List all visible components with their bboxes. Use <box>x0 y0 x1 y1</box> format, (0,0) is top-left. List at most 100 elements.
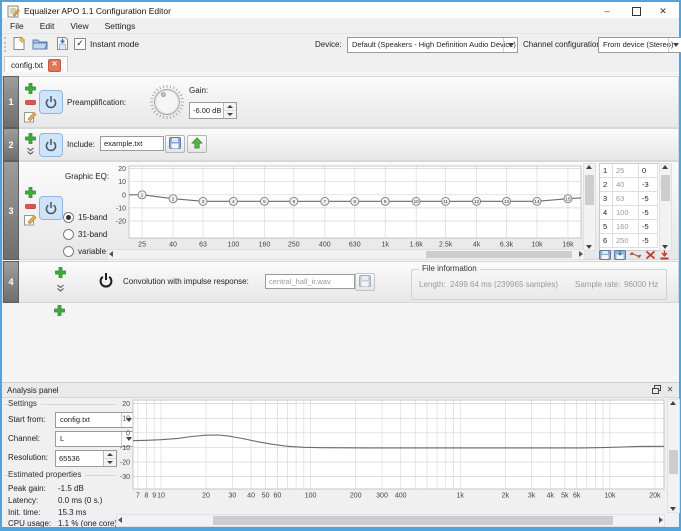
close-panel-icon[interactable]: ✕ <box>664 384 676 395</box>
eq-chart-hscrollbar[interactable] <box>107 249 585 260</box>
instant-mode-checkbox[interactable]: ✓ Instant mode <box>74 38 139 50</box>
scroll-down-icon[interactable] <box>670 507 676 511</box>
svg-text:4k: 4k <box>547 493 555 500</box>
scroll-down-icon[interactable] <box>586 245 592 249</box>
scroll-right-icon[interactable] <box>659 517 663 523</box>
include-file-input[interactable]: example.txt <box>100 136 164 151</box>
svg-text:20: 20 <box>202 493 210 500</box>
scrollbar-thumb[interactable] <box>661 175 670 201</box>
eq-frequency-cell[interactable]: 63 <box>613 192 639 206</box>
eq-frequency-cell[interactable]: 250 <box>613 234 639 248</box>
scroll-left-icon[interactable] <box>118 517 122 523</box>
eq-frequency-cell[interactable]: 25 <box>613 164 639 178</box>
tab-bar: config.txt ✕ <box>2 54 679 74</box>
convolution-label: Convolution with impulse response: <box>123 277 249 286</box>
scroll-up-icon[interactable] <box>662 165 668 169</box>
add-filter-icon[interactable] <box>55 267 66 280</box>
eq-gain-cell[interactable]: -5 <box>639 234 658 248</box>
scroll-down-icon[interactable] <box>662 245 668 249</box>
eq-gain-cell[interactable]: -5 <box>639 192 658 206</box>
eq-response-chart[interactable]: 20100-10-202540631001602504006301k1.6k2.… <box>107 163 583 249</box>
eq-frequency-cell[interactable]: 100 <box>613 206 639 220</box>
eq-frequency-cell[interactable]: 40 <box>613 178 639 192</box>
svg-text:400: 400 <box>319 242 331 249</box>
svg-text:20k: 20k <box>649 493 661 500</box>
scrollbar-thumb[interactable] <box>669 450 678 474</box>
device-select[interactable]: Default (Speakers - High Definition Audi… <box>347 37 518 53</box>
power-toggle-convolution[interactable] <box>97 271 115 291</box>
gain-spinbox[interactable]: -6.00 dB <box>189 102 237 119</box>
init-time-value: 15.3 ms <box>58 508 86 517</box>
menu-settings[interactable]: Settings <box>97 21 144 31</box>
radio-variable[interactable]: variable <box>63 246 106 257</box>
peak-gain-label: Peak gain: <box>8 484 46 493</box>
channel-configuration-label: Channel configuration: <box>523 40 603 49</box>
svg-text:60: 60 <box>274 493 282 500</box>
svg-text:40: 40 <box>247 493 255 500</box>
analysis-response-chart[interactable]: 20100-10-20-3078910203040506010020030040… <box>118 398 666 500</box>
edit-filter-icon[interactable] <box>24 213 37 228</box>
scrollbar-thumb[interactable] <box>426 251 572 258</box>
svg-text:1k: 1k <box>457 493 465 500</box>
menu-file[interactable]: File <box>2 21 32 31</box>
remove-filter-icon[interactable] <box>25 203 36 212</box>
gain-knob[interactable] <box>149 84 185 122</box>
impulse-file-input[interactable]: central_hall_ir.wav <box>265 274 355 289</box>
eq-frequency-cell[interactable]: 160 <box>613 220 639 234</box>
radio-31-band[interactable]: 31-band <box>63 229 107 240</box>
new-file-button[interactable] <box>9 36 27 53</box>
float-panel-icon[interactable] <box>650 384 662 395</box>
scrollbar-thumb[interactable] <box>585 175 594 205</box>
channel-configuration-select[interactable]: From device (Stereo) <box>598 37 681 53</box>
tab-close-icon[interactable]: ✕ <box>48 59 61 72</box>
scrollbar-thumb[interactable] <box>213 516 613 525</box>
analysis-panel-header[interactable]: Analysis panel <box>2 382 679 398</box>
add-filter-icon[interactable] <box>25 83 36 96</box>
scroll-up-icon[interactable] <box>670 401 676 405</box>
svg-text:16k: 16k <box>562 242 574 249</box>
spin-up-icon[interactable] <box>104 451 116 459</box>
resolution-label: Resolution: <box>8 453 48 462</box>
eq-gain-cell[interactable]: -5 <box>639 206 658 220</box>
resolution-spinbox[interactable]: 65536 <box>55 450 117 467</box>
spin-up-icon[interactable] <box>224 103 236 111</box>
file-information-title: File information <box>419 264 480 273</box>
eq-gain-cell[interactable]: -5 <box>639 220 658 234</box>
browse-file-button[interactable] <box>165 135 185 153</box>
open-file-button[interactable] <box>31 36 49 53</box>
remove-filter-icon[interactable] <box>25 99 36 108</box>
eq-gain-cell[interactable]: 0 <box>639 164 658 178</box>
filter-row-convolution: 4 Convolution with impulse response: cen… <box>2 261 679 303</box>
estimated-properties-title: Estimated properties <box>8 470 85 479</box>
eq-chart-vscrollbar[interactable] <box>583 163 596 251</box>
add-filter-icon[interactable] <box>25 133 36 146</box>
menu-view[interactable]: View <box>62 21 96 31</box>
scroll-left-icon[interactable] <box>109 251 113 257</box>
save-file-button[interactable] <box>53 36 71 53</box>
scroll-right-icon[interactable] <box>579 251 583 257</box>
edit-filter-icon[interactable] <box>24 110 37 125</box>
power-toggle-preamp[interactable] <box>39 90 63 114</box>
collapse-chevron-icon[interactable] <box>56 284 65 295</box>
radio-15-band[interactable]: 15-band <box>63 212 107 223</box>
collapse-chevron-icon[interactable] <box>26 147 35 158</box>
spin-down-icon[interactable] <box>104 459 116 466</box>
init-time-label: Init. time: <box>8 508 40 517</box>
new-file-icon <box>11 36 26 53</box>
eq-table-scrollbar[interactable] <box>659 163 672 251</box>
add-filter-icon[interactable] <box>25 187 36 200</box>
power-icon <box>97 271 115 289</box>
power-toggle-eq[interactable] <box>39 196 63 220</box>
gain-label: Gain: <box>189 86 208 95</box>
scroll-up-icon[interactable] <box>586 165 592 169</box>
eq-gain-cell[interactable]: -3 <box>639 178 658 192</box>
analysis-vscrollbar[interactable] <box>667 399 680 513</box>
menu-edit[interactable]: Edit <box>32 21 63 31</box>
svg-text:14: 14 <box>534 199 540 204</box>
browse-impulse-button[interactable] <box>355 273 375 291</box>
analysis-hscrollbar[interactable] <box>116 514 665 527</box>
open-in-editor-button[interactable] <box>187 135 207 153</box>
power-toggle-include[interactable] <box>39 133 63 157</box>
spin-down-icon[interactable] <box>224 111 236 118</box>
append-filter-icon[interactable] <box>54 305 65 318</box>
